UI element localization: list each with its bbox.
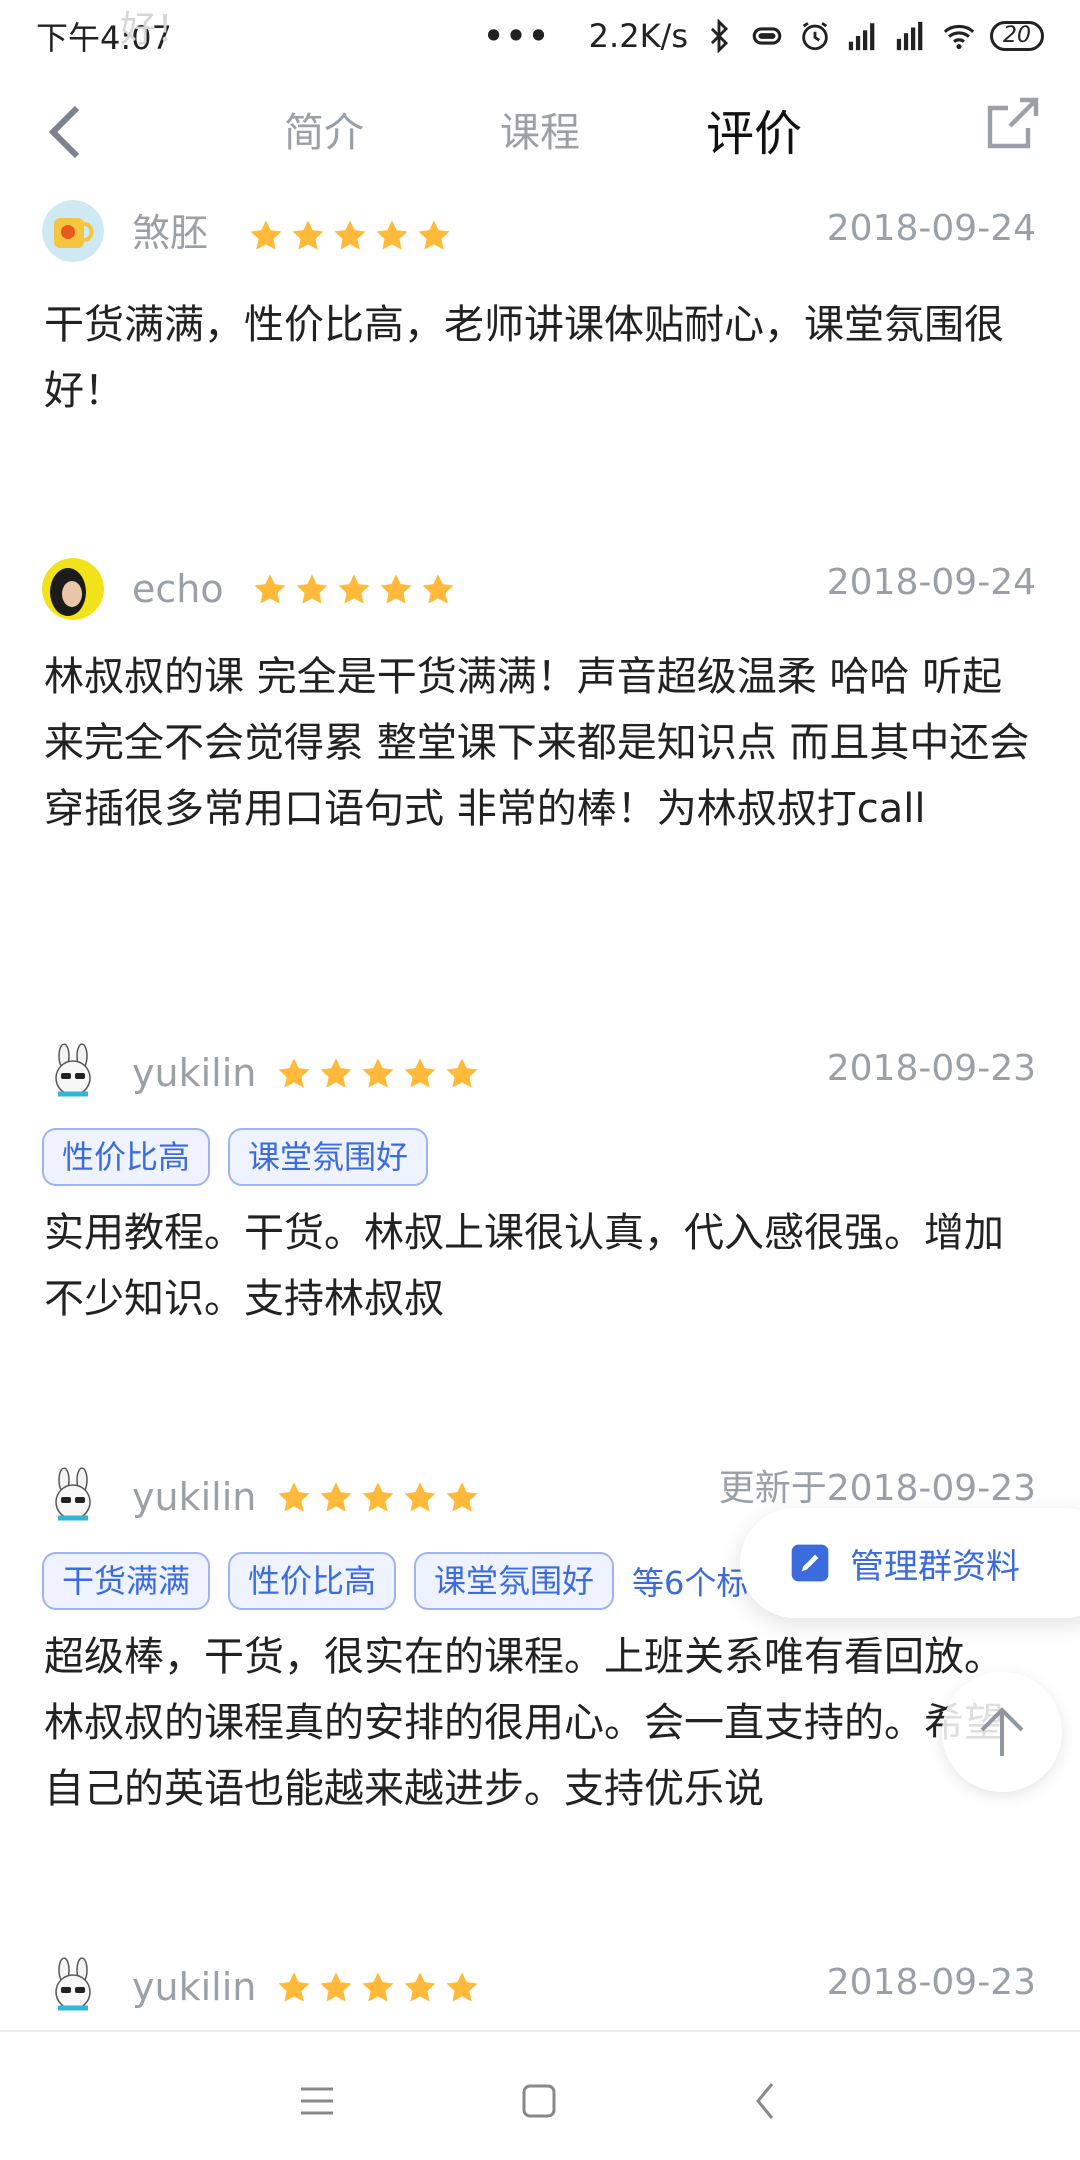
review-date: 2018-09-24	[826, 208, 1036, 249]
status-bar: 下午4:07 好！ ••• 2.2K/s 20	[0, 0, 1080, 72]
review-tag[interactable]: 性价比高	[228, 1552, 397, 1610]
avatar	[42, 1042, 104, 1104]
status-icons: ••• 2.2K/s 20	[483, 17, 1044, 55]
tab-intro[interactable]: 简介	[284, 100, 364, 170]
rating-stars	[252, 572, 456, 608]
vibrate-icon	[752, 27, 782, 45]
star-icon	[296, 574, 328, 604]
tab-reviews-label: 评价	[706, 106, 803, 162]
review-username: 煞胚	[132, 211, 209, 255]
review-tag[interactable]: 课堂氛围好	[228, 1128, 429, 1186]
avatar	[42, 1956, 104, 2018]
more-dots: •••	[483, 17, 551, 55]
star-icon	[404, 1058, 436, 1088]
review-username: yukilin	[132, 1965, 257, 2009]
home-icon	[522, 2084, 556, 2118]
system-back-button[interactable]	[740, 2076, 790, 2126]
review-tag[interactable]: 性价比高	[42, 1128, 211, 1186]
tab-reviews[interactable]: 评价	[706, 94, 802, 164]
bluetooth-icon	[710, 19, 729, 53]
review-tags-more[interactable]: 等6个标	[632, 1558, 748, 1604]
star-icon	[320, 1482, 352, 1512]
review-content: 超级棒，干货，很实在的课程。上班关系唯有看回放。林叔叔的课程真的安排的很用心。会…	[44, 1634, 1004, 1812]
chevron-left-icon	[48, 105, 80, 159]
wifi-icon	[943, 24, 975, 50]
review-username: yukilin	[132, 1051, 257, 1095]
tab-courses[interactable]: 课程	[500, 100, 580, 170]
star-icon	[362, 1972, 394, 2002]
review-content: 实用教程。干货。林叔上课很认真，代入感很强。增加不少知识。支持林叔叔	[44, 1210, 1004, 1322]
review-date: 2018-09-23	[826, 1962, 1036, 2003]
review-tags: 干货满满 性价比高 课堂氛围好 等6个标	[42, 1552, 748, 1610]
star-icon	[362, 1058, 394, 1088]
star-icon	[446, 1482, 478, 1512]
scroll-top-button[interactable]	[942, 1672, 1062, 1792]
chevron-left-icon	[756, 2083, 774, 2119]
star-icon	[320, 1058, 352, 1088]
rating-stars	[276, 1056, 480, 1092]
manage-group-label: 管理群资料	[850, 1546, 1020, 1587]
star-icon	[422, 574, 454, 604]
star-icon	[338, 574, 370, 604]
signal-icon	[848, 23, 875, 51]
rating-stars	[276, 1970, 480, 2006]
star-icon	[418, 220, 450, 250]
share-button[interactable]	[980, 92, 1050, 162]
battery-indicator: 20	[990, 21, 1044, 51]
avatar	[42, 200, 104, 262]
review-tag[interactable]: 课堂氛围好	[414, 1552, 615, 1610]
alarm-icon	[802, 22, 828, 51]
star-icon	[376, 220, 408, 250]
star-icon	[380, 574, 412, 604]
review-content: 干货满满，性价比高，老师讲课体贴耐心，课堂氛围很好！	[44, 302, 1004, 414]
menu-button[interactable]	[292, 2076, 342, 2126]
manage-group-button[interactable]: 管理群资料	[740, 1508, 1080, 1618]
system-navigation-bar	[0, 2030, 1080, 2160]
star-icon	[278, 1972, 310, 2002]
review-date: 2018-09-23	[826, 1048, 1036, 1089]
review-date: 更新于2018-09-23	[718, 1468, 1036, 1509]
share-icon	[987, 97, 1039, 149]
avatar	[42, 558, 104, 620]
review-content: 林叔叔的课 完全是干货满满！声音超级温柔 哈哈 听起来完全不会觉得累 整堂课下来…	[44, 654, 1030, 832]
star-icon	[404, 1482, 436, 1512]
review-tag[interactable]: 干货满满	[42, 1552, 211, 1610]
star-icon	[278, 1482, 310, 1512]
network-speed: 2.2K/s	[588, 17, 688, 55]
review-tags: 性价比高 课堂氛围好	[42, 1128, 429, 1186]
star-icon	[320, 1972, 352, 2002]
star-icon	[404, 1972, 436, 2002]
review-username: yukilin	[132, 1475, 257, 1519]
hd-signal-icon	[896, 21, 923, 51]
star-icon	[250, 220, 282, 250]
edit-icon	[791, 1544, 829, 1582]
arrow-up-icon	[980, 1707, 1024, 1756]
home-button[interactable]	[514, 2076, 564, 2126]
rating-stars	[248, 218, 452, 254]
rating-stars	[276, 1480, 480, 1516]
status-ghost-text: 好！	[120, 9, 193, 50]
star-icon	[446, 1972, 478, 2002]
star-icon	[292, 220, 324, 250]
menu-icon	[301, 2087, 333, 2115]
star-icon	[254, 574, 286, 604]
star-icon	[446, 1058, 478, 1088]
back-button[interactable]	[30, 92, 100, 172]
review-username: echo	[132, 567, 224, 611]
review-date: 2018-09-24	[826, 562, 1036, 603]
star-icon	[362, 1482, 394, 1512]
star-icon	[278, 1058, 310, 1088]
star-icon	[334, 220, 366, 250]
top-nav: 简介 课程 评价	[0, 72, 1080, 192]
avatar	[42, 1466, 104, 1528]
